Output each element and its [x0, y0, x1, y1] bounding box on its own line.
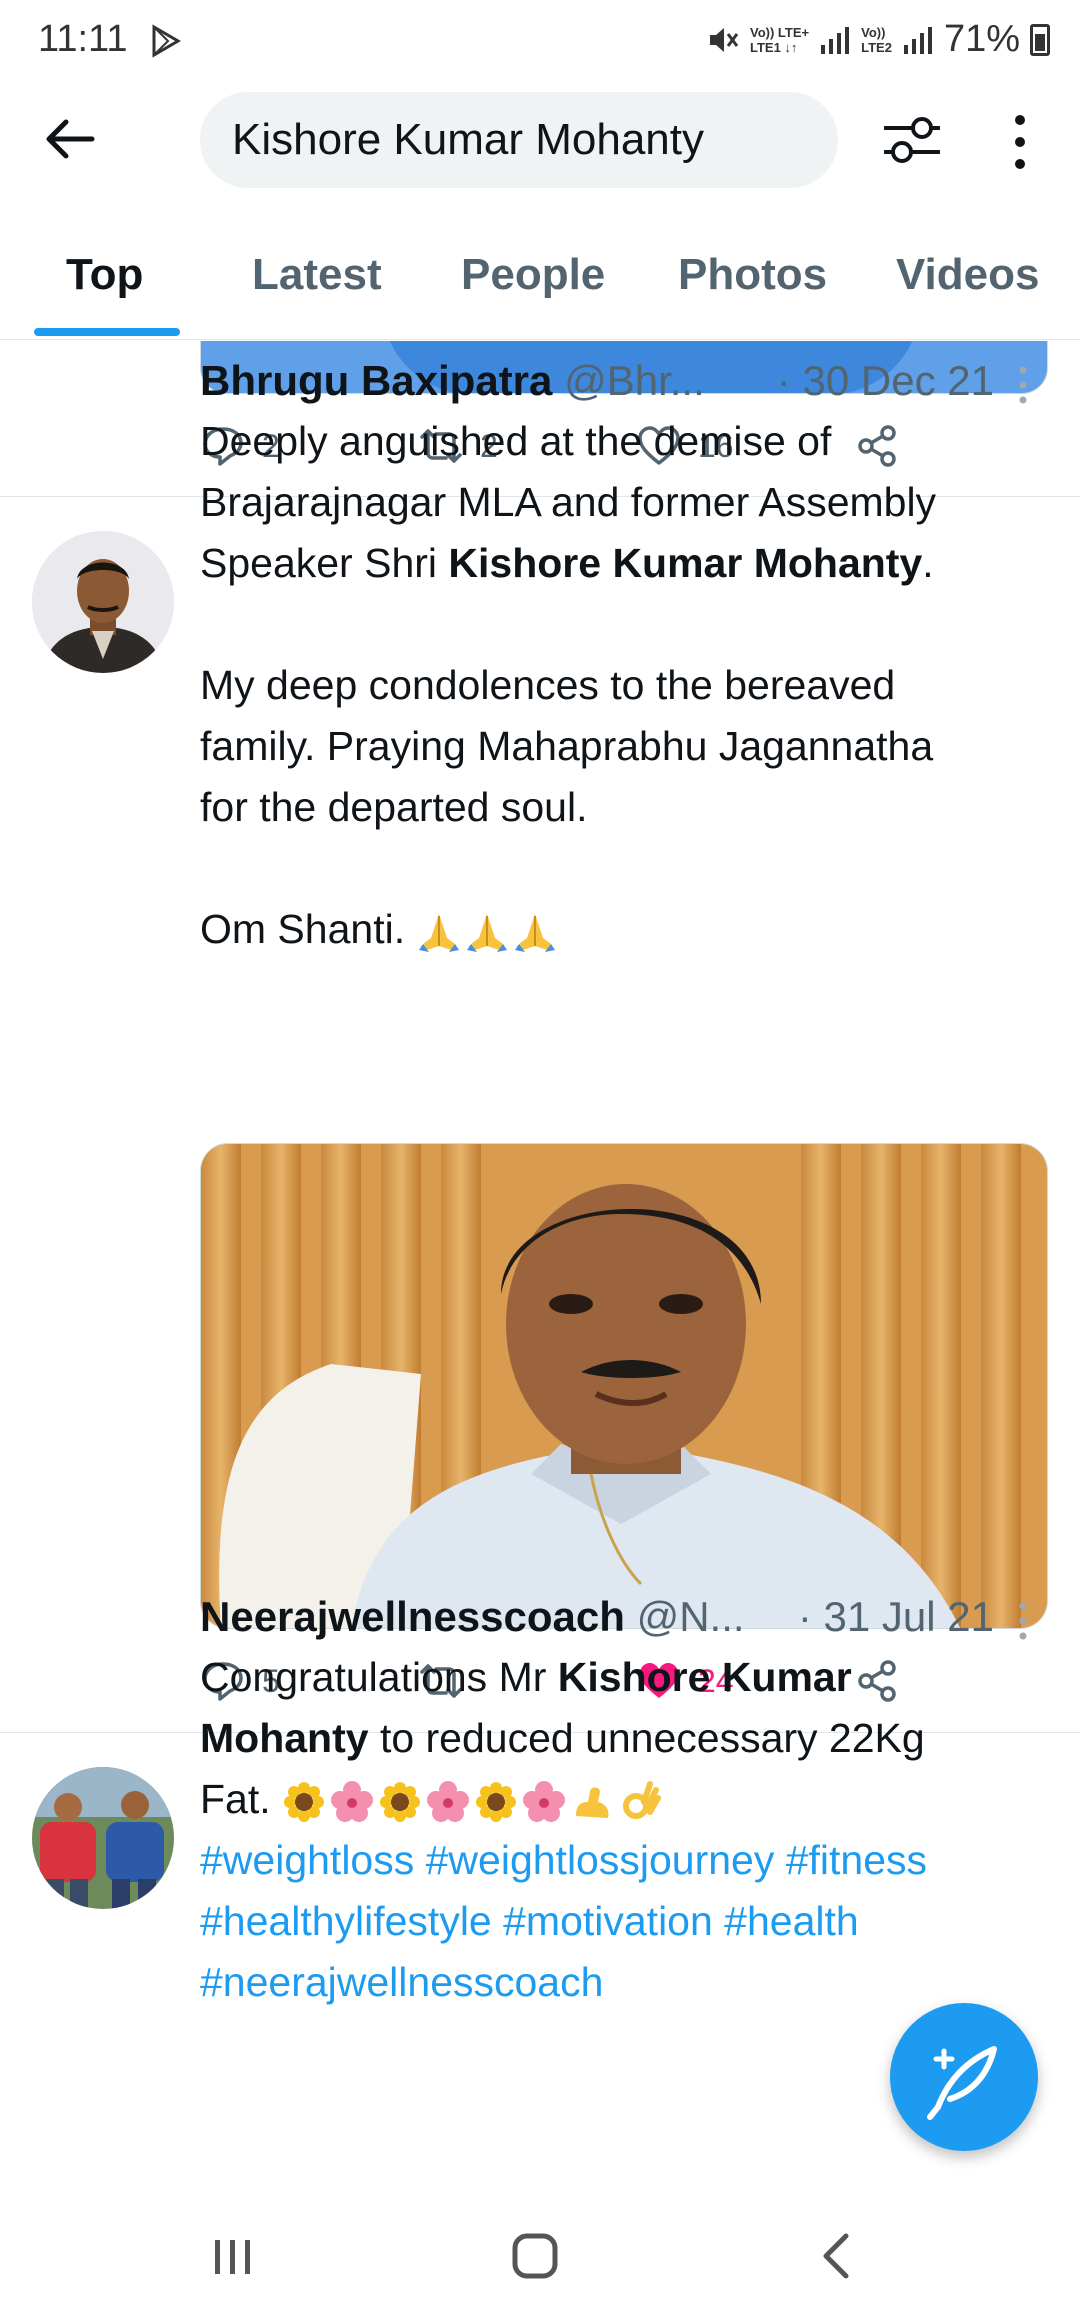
network-2: Vo)) LTE2 — [861, 24, 892, 55]
tab-photos[interactable]: Photos — [678, 250, 827, 300]
search-tabs: Top Latest People Photos Videos — [0, 230, 1080, 340]
author-handle[interactable]: @N... — [637, 1593, 745, 1640]
ok-hand-emoji — [623, 1781, 662, 1820]
avatar[interactable] — [32, 531, 174, 673]
author-name[interactable]: Bhrugu Baxipatra — [200, 357, 552, 404]
active-tab-indicator — [34, 328, 180, 336]
network-1: Vo)) LTE+ LTE1 ↓↑ — [750, 24, 810, 55]
status-right: Vo)) LTE+ LTE1 ↓↑ Vo)) LTE2 71% — [706, 18, 1050, 61]
hashtags[interactable]: #healthylifestyle #motivation #health — [200, 1891, 1050, 1952]
search-results-feed[interactable]: 2 2 16 Bhrugu Baxipatra @Bhr... · 30 Dec… — [0, 341, 1080, 2196]
back-icon[interactable] — [802, 2226, 872, 2286]
hashtags[interactable]: #weightloss #weightlossjourney #fitness — [200, 1830, 1050, 1891]
hibiscus-emoji — [331, 1781, 374, 1823]
home-icon[interactable] — [500, 2226, 570, 2286]
search-header: Kishore Kumar Mohanty — [0, 84, 1080, 194]
folded-hands-emoji — [417, 910, 557, 954]
battery-icon — [1030, 23, 1050, 56]
filter-sliders-icon[interactable] — [880, 108, 944, 172]
emoji-sequence — [282, 1780, 662, 1824]
battery-percent: 71% — [943, 18, 1020, 60]
status-time: 11:11 — [38, 18, 128, 60]
tab-latest[interactable]: Latest — [252, 250, 382, 300]
sunflower-emoji — [284, 1782, 325, 1823]
author-name[interactable]: Neerajwellnesscoach — [200, 1593, 625, 1640]
play-store-icon — [152, 24, 181, 58]
compose-tweet-button[interactable] — [890, 2003, 1038, 2151]
flexed-biceps-emoji — [576, 1787, 609, 1819]
recents-icon[interactable] — [198, 2226, 268, 2286]
system-nav-bar — [0, 2196, 1080, 2316]
author-handle[interactable]: @Bhr... — [564, 357, 705, 404]
tweet-header: Bhrugu Baxipatra @Bhr... · 30 Dec 21 — [200, 357, 1030, 417]
hibiscus-emoji — [427, 1781, 470, 1823]
tweet-more-icon[interactable] — [1016, 365, 1030, 405]
sunflower-emoji — [476, 1782, 517, 1823]
tweet-header: Neerajwellnesscoach @N... · 31 Jul 21 — [200, 1593, 1030, 1653]
signal-1-icon — [821, 26, 850, 54]
tweet-date[interactable]: · 31 Jul 21 — [798, 1593, 994, 1641]
tab-top[interactable]: Top — [66, 250, 143, 300]
status-bar: 11:11 Vo)) LTE+ LTE1 ↓↑ Vo)) LTE2 71% — [0, 0, 1080, 84]
tweet-more-icon[interactable] — [1016, 1601, 1030, 1641]
avatar[interactable] — [32, 1767, 174, 1909]
tweet-media[interactable] — [200, 1143, 1048, 1629]
tweet-text[interactable]: Deeply anguished at the demise of Brajar… — [200, 411, 1050, 960]
search-input[interactable]: Kishore Kumar Mohanty — [200, 92, 838, 188]
hibiscus-emoji — [523, 1781, 566, 1823]
tweet-text[interactable]: Congratulations Mr Kishore Kumar Mohanty… — [200, 1647, 1050, 2013]
tweet-date[interactable]: · 30 Dec 21 — [777, 357, 994, 405]
tab-videos[interactable]: Videos — [896, 250, 1039, 300]
sunflower-emoji — [380, 1782, 421, 1823]
back-arrow-icon[interactable] — [40, 114, 100, 164]
signal-2-icon — [903, 26, 932, 54]
mute-icon — [710, 27, 739, 52]
compose-feather-icon — [927, 2046, 997, 2120]
tab-people[interactable]: People — [461, 250, 605, 300]
more-vertical-icon[interactable] — [1005, 112, 1035, 172]
